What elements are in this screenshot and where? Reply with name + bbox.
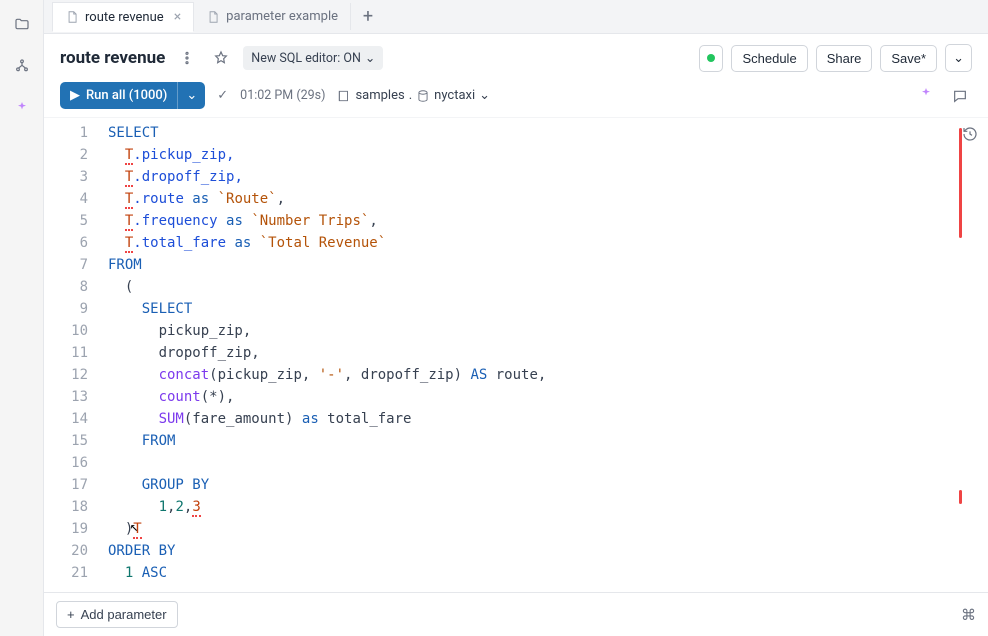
line-number: 18 (44, 496, 104, 518)
kebab-menu-icon[interactable] (175, 46, 199, 70)
tab-bar: route revenue × parameter example + (44, 0, 988, 34)
file-icon (206, 10, 220, 24)
line-number: 2 (44, 144, 104, 166)
line-number: 3 (44, 166, 104, 188)
add-tab-button[interactable]: + (351, 0, 385, 33)
play-icon: ▶ (70, 88, 80, 103)
header-actions: Schedule Share Save* ⌄ (699, 44, 972, 72)
line-number: 13 (44, 386, 104, 408)
close-icon[interactable]: × (174, 9, 181, 25)
add-parameter-button[interactable]: + Add parameter (56, 601, 178, 628)
toolbar-right (918, 84, 972, 108)
page-title: route revenue (60, 48, 165, 68)
line-number: 9 (44, 298, 104, 320)
tab-route-revenue[interactable]: route revenue × (52, 2, 194, 32)
ai-sparkle-icon[interactable] (918, 86, 934, 106)
star-icon[interactable] (209, 46, 233, 70)
save-button[interactable]: Save* (880, 45, 937, 72)
line-number: 11 (44, 342, 104, 364)
catalog-selector[interactable]: samples . nyctaxi ⌄ (337, 88, 490, 103)
tab-label: parameter example (226, 9, 338, 24)
editor-mode-chip[interactable]: New SQL editor: ON ⌄ (243, 46, 383, 70)
chevron-down-icon: ⌄ (365, 50, 375, 66)
line-number: 5 (44, 210, 104, 232)
run-label: Run all (1000) (86, 88, 167, 103)
share-button[interactable]: Share (816, 45, 873, 72)
comment-icon[interactable] (948, 84, 972, 108)
line-number: 21 (44, 562, 104, 584)
editor-footer: + Add parameter ⌘ (44, 592, 988, 636)
book-icon (337, 89, 351, 103)
line-number: 10 (44, 320, 104, 342)
line-number: 8 (44, 276, 104, 298)
run-toolbar: ▶ Run all (1000) ⌄ ✓ 01:02 PM (29s) samp… (44, 78, 988, 117)
line-number: 16 (44, 452, 104, 474)
run-all-button[interactable]: ▶ Run all (1000) ⌄ (60, 82, 205, 109)
code-editor[interactable]: 1SELECT 2 T.pickup_zip, 3 T.dropoff_zip,… (44, 117, 988, 592)
catalog-name: samples (355, 88, 404, 103)
tab-label: route revenue (85, 10, 164, 25)
more-chevron-button[interactable]: ⌄ (945, 44, 972, 72)
code-area[interactable]: 1SELECT 2 T.pickup_zip, 3 T.dropoff_zip,… (44, 118, 988, 592)
line-number: 14 (44, 408, 104, 430)
folder-icon[interactable] (10, 12, 34, 36)
line-number: 15 (44, 430, 104, 452)
plus-icon: + (67, 607, 75, 622)
line-number: 17 (44, 474, 104, 496)
line-number: 12 (44, 364, 104, 386)
line-number: 4 (44, 188, 104, 210)
tab-parameter-example[interactable]: parameter example (194, 3, 351, 30)
database-icon (416, 89, 430, 103)
history-icon[interactable] (962, 126, 978, 146)
line-number: 1 (44, 122, 104, 144)
last-run-time: 01:02 PM (29s) (240, 88, 325, 103)
dot-separator: . (409, 88, 412, 103)
keyboard-shortcut-icon[interactable]: ⌘ (961, 606, 976, 624)
ai-sparkle-icon[interactable] (10, 96, 34, 120)
file-icon (65, 10, 79, 24)
schedule-button[interactable]: Schedule (731, 45, 807, 72)
main-panel: route revenue × parameter example + rout… (44, 0, 988, 636)
add-parameter-label: Add parameter (81, 607, 167, 622)
chevron-down-icon: ⌄ (479, 88, 490, 103)
line-number: 7 (44, 254, 104, 276)
run-dropdown-caret[interactable]: ⌄ (177, 82, 205, 109)
schema-icon[interactable] (10, 54, 34, 78)
left-navigation-rail (0, 0, 44, 636)
schema-name: nyctaxi (434, 88, 475, 103)
chip-label: New SQL editor: ON (251, 51, 361, 66)
status-indicator[interactable] (699, 45, 723, 72)
line-number: 6 (44, 232, 104, 254)
success-check-icon: ✓ (217, 88, 228, 103)
line-number: 20 (44, 540, 104, 562)
error-marker-icon (959, 490, 962, 504)
line-number: 19 (44, 518, 104, 540)
editor-header: route revenue New SQL editor: ON ⌄ Sched… (44, 34, 988, 78)
status-dot-icon (707, 54, 715, 62)
